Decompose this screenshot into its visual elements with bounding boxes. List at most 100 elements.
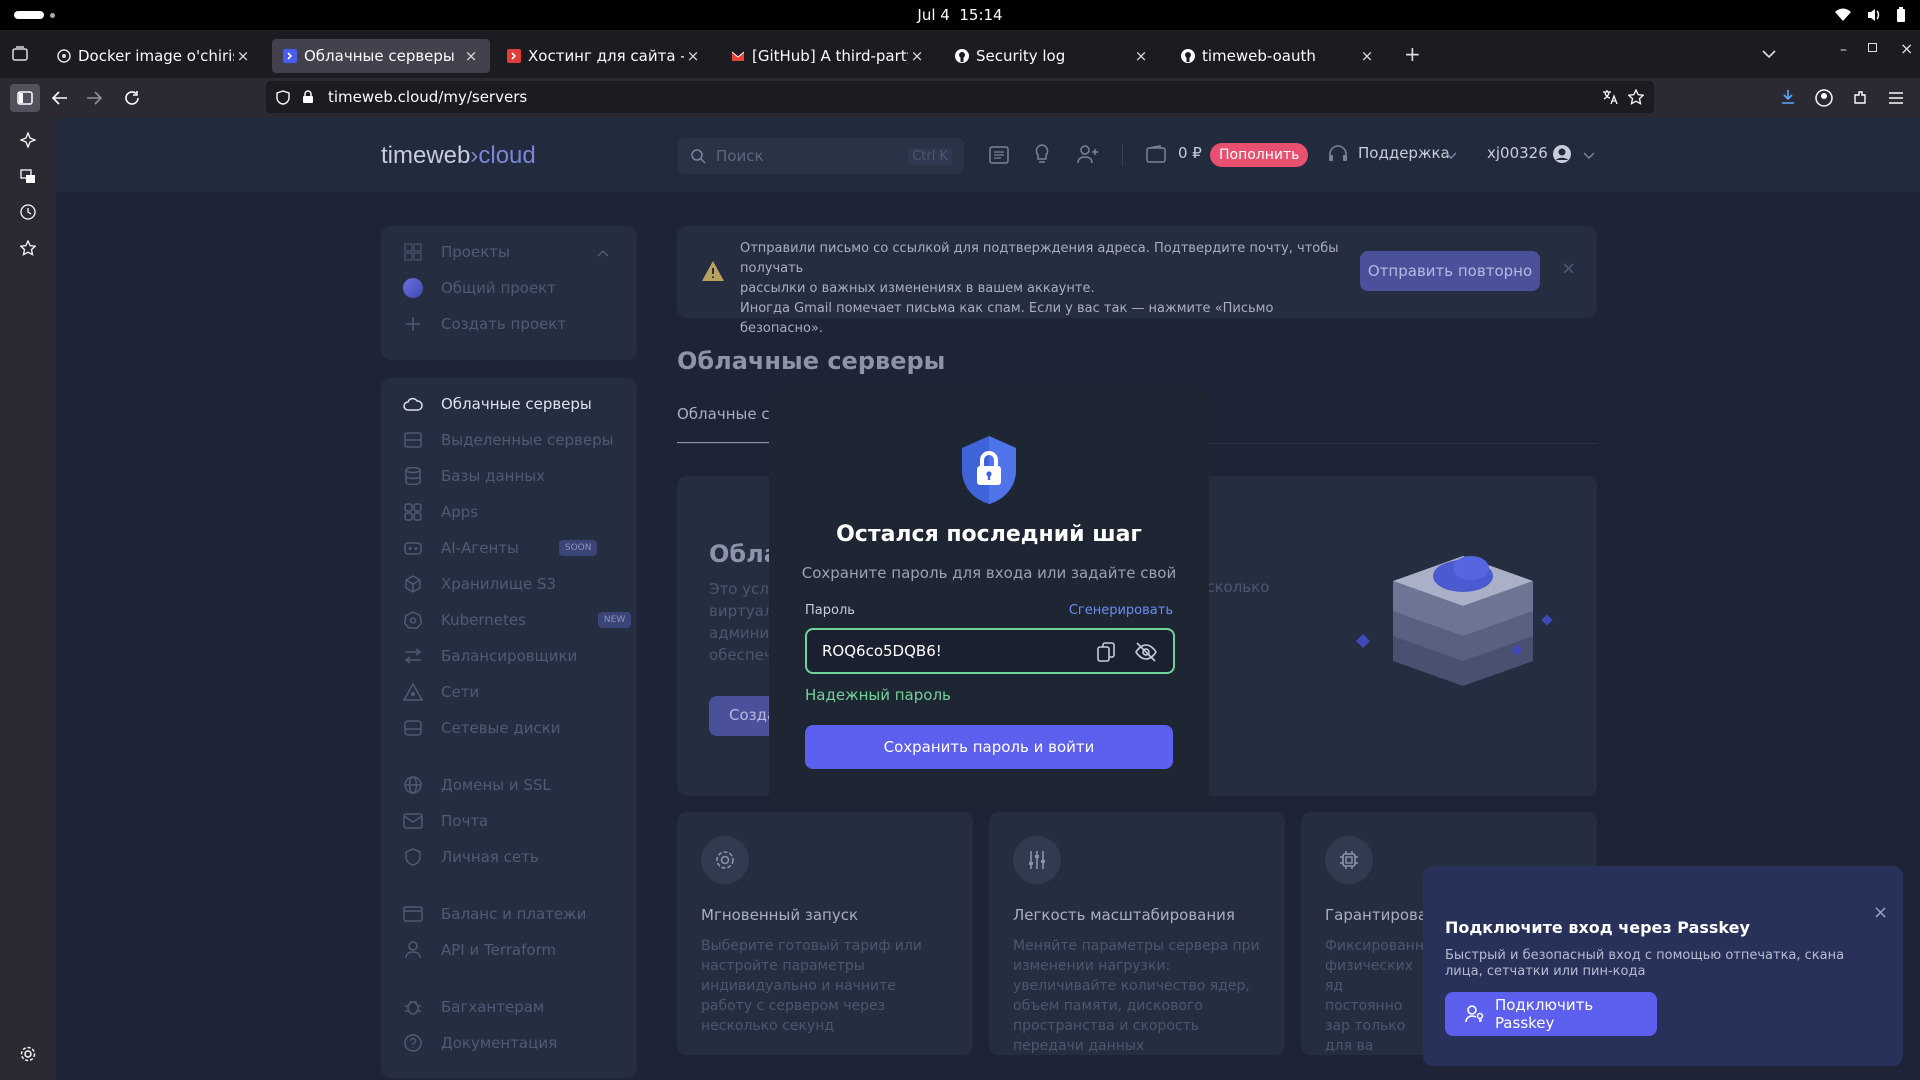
nav-label: API и Terraform (441, 941, 557, 959)
sidebar-item-ai-agents[interactable]: AI-Агенты SOON (403, 538, 598, 558)
sidebar-item-bughunters[interactable]: Багхантерам (403, 997, 544, 1017)
sidebar-item-balancers[interactable]: Балансировщики (403, 646, 577, 666)
close-window-button[interactable]: × (1900, 39, 1913, 58)
resend-button[interactable]: Отправить повторно (1360, 251, 1540, 291)
close-tab-icon[interactable]: × (684, 47, 702, 65)
close-tab-icon[interactable]: × (908, 47, 926, 65)
time-label[interactable]: 15:14 (959, 6, 1002, 24)
extensions-icon[interactable] (1852, 90, 1868, 106)
workspace-dot (50, 13, 55, 18)
tab-timeweb-oauth[interactable]: timeweb-oauth × (1170, 39, 1386, 73)
activities-indicator[interactable] (14, 11, 44, 19)
tab-overview-icon[interactable] (12, 46, 28, 62)
user-menu-chevron-icon[interactable] (1583, 152, 1595, 159)
close-icon[interactable]: × (1873, 902, 1888, 923)
close-tab-icon[interactable]: × (1358, 47, 1376, 65)
settings-gear-icon[interactable] (20, 1046, 36, 1062)
sidebar-item-apps[interactable]: Apps (403, 502, 478, 522)
sidebar-item-kubernetes[interactable]: Kubernetes NEW (403, 610, 632, 630)
sidebar-item-disks[interactable]: Сетевые диски (403, 718, 561, 738)
password-value[interactable]: ROQ6co5DQB6! (822, 642, 942, 660)
sidebar-item-mail[interactable]: Почта (403, 811, 488, 831)
headset-icon[interactable] (1328, 144, 1348, 164)
timeweb-icon (282, 48, 298, 64)
tab-docker[interactable]: Docker image o'chirish × (46, 39, 262, 73)
lightbulb-icon[interactable] (1034, 144, 1050, 166)
list-tabs-icon[interactable] (1762, 50, 1776, 58)
close-tab-icon[interactable]: × (1132, 47, 1150, 65)
add-user-icon[interactable] (1077, 144, 1099, 164)
balance-amount[interactable]: 0 ₽ (1178, 144, 1202, 162)
projects-header[interactable]: Проекты (403, 242, 510, 262)
hamburger-menu-icon[interactable] (1888, 91, 1904, 105)
password-field[interactable]: ROQ6co5DQB6! (805, 628, 1175, 674)
save-password-button[interactable]: Сохранить пароль и войти (805, 725, 1173, 769)
account-icon[interactable] (1815, 89, 1833, 107)
server-icon (403, 430, 423, 450)
copy-icon[interactable] (1097, 642, 1115, 662)
sidebar-item-networks[interactable]: Сети (403, 682, 479, 702)
eye-off-icon[interactable] (1135, 642, 1157, 662)
browser-tab-strip: Docker image o'chirish × Облачные сервер… (0, 30, 1920, 78)
username[interactable]: xj00326 (1487, 144, 1548, 162)
sidebar-toggle-button[interactable] (10, 84, 40, 112)
sidebar-item-private-network[interactable]: Личная сеть (403, 847, 539, 867)
tab-security-log[interactable]: Security log × (944, 39, 1160, 73)
topup-button[interactable]: Пополнить (1210, 143, 1309, 167)
chevron-up-icon[interactable] (597, 250, 609, 257)
maximize-button[interactable] (1868, 43, 1877, 52)
system-tray[interactable] (1834, 7, 1906, 23)
support-link[interactable]: Поддержка (1358, 144, 1450, 162)
kubernetes-icon (403, 610, 423, 630)
sidebar-item-cloud-servers[interactable]: Облачные серверы (403, 394, 592, 414)
site-logo[interactable]: timeweb›cloud (381, 142, 536, 170)
tab-cloud-servers-page[interactable]: Облачные се (677, 404, 779, 444)
lock-icon[interactable] (302, 90, 314, 104)
logo-text-right: cloud (478, 142, 536, 169)
connect-passkey-button[interactable]: Подключить Passkey (1445, 992, 1657, 1036)
tab-hosting[interactable]: Хостинг для сайта - купи × (496, 39, 712, 73)
nav-label: Личная сеть (441, 848, 539, 866)
bookmarks-icon[interactable] (20, 240, 36, 256)
date-label[interactable]: Jul 4 (917, 6, 949, 24)
avatar-icon[interactable] (1552, 144, 1572, 164)
synced-tabs-icon[interactable] (20, 168, 36, 184)
reload-icon[interactable] (124, 90, 140, 106)
sidebar-item-domains[interactable]: Домены и SSL (403, 775, 551, 795)
wallet-icon[interactable] (1146, 145, 1166, 163)
close-tab-icon[interactable]: × (234, 47, 252, 65)
chevron-down-icon[interactable] (1445, 152, 1457, 159)
search-box[interactable]: Поиск Ctrl K (678, 138, 964, 174)
url-bar[interactable]: timeweb.cloud/my/servers (266, 81, 1654, 113)
gear-icon (701, 836, 749, 884)
download-icon[interactable] (1780, 89, 1796, 105)
sidebar-item-billing[interactable]: Баланс и платежи (403, 904, 586, 924)
url-text[interactable]: timeweb.cloud/my/servers (328, 88, 527, 106)
translate-icon[interactable] (1602, 89, 1618, 105)
nav-label: Багхантерам (441, 998, 545, 1016)
close-icon[interactable]: × (1561, 258, 1576, 279)
bookmark-star-icon[interactable] (1628, 89, 1644, 105)
close-tab-icon[interactable]: × (462, 47, 480, 65)
new-tab-button[interactable]: + (1404, 42, 1421, 66)
sidebar-item-api[interactable]: API и Terraform (403, 940, 556, 960)
sidebar-item-s3[interactable]: Хранилище S3 (403, 574, 556, 594)
create-project-label: Создать проект (441, 315, 567, 333)
sidebar-item-dedicated[interactable]: Выделенные серверы (403, 430, 613, 450)
create-project[interactable]: Создать проект (403, 314, 566, 334)
ai-chat-icon[interactable] (20, 132, 36, 148)
web-page: timeweb›cloud Поиск Ctrl K 0 ₽ Пополнить… (56, 118, 1920, 1080)
tab-gmail[interactable]: [GitHub] A third-party OA × (720, 39, 936, 73)
news-icon[interactable] (989, 146, 1009, 164)
generate-link[interactable]: Сгенерировать (1069, 603, 1173, 618)
sidebar-item-databases[interactable]: Базы данных (403, 466, 545, 486)
minimize-button[interactable]: – (1840, 42, 1847, 58)
back-arrow-icon[interactable] (52, 91, 68, 105)
tab-cloud-servers[interactable]: Облачные серверы × (272, 39, 490, 73)
project-general[interactable]: Общий проект (403, 278, 556, 298)
bug-icon (403, 997, 423, 1017)
forward-arrow-icon[interactable] (86, 91, 102, 105)
shield-icon[interactable] (276, 90, 290, 105)
history-icon[interactable] (20, 204, 36, 220)
sidebar-item-docs[interactable]: Документация (403, 1033, 557, 1053)
